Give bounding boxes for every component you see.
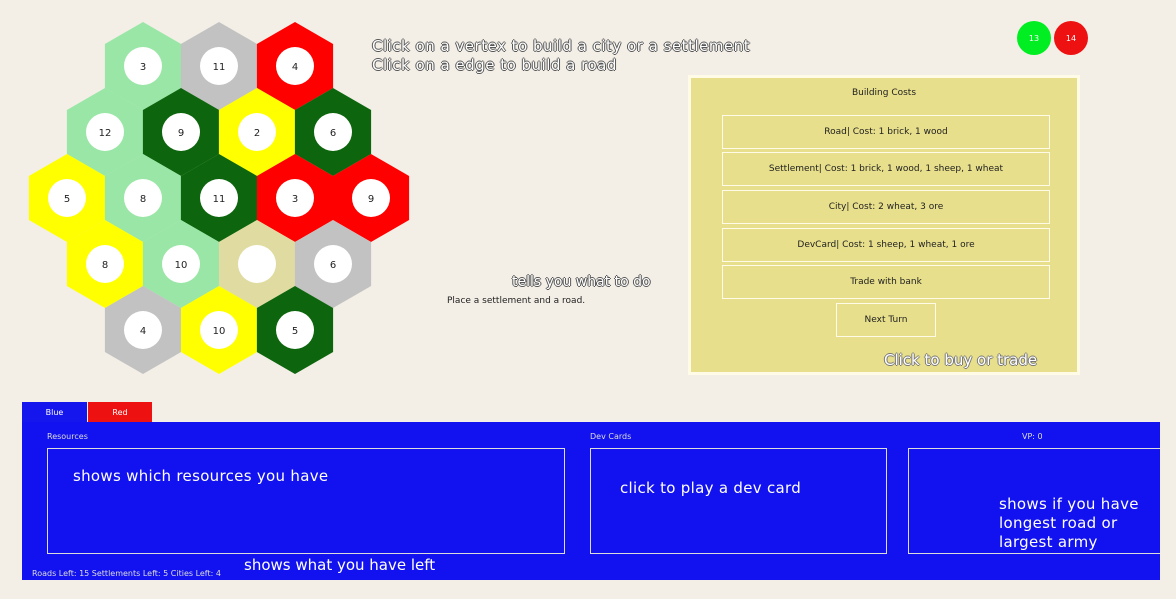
building-costs-panel: Building Costs Road| Cost: 1 brick, 1 wo… <box>688 75 1080 375</box>
building-costs-title: Building Costs <box>851 88 917 98</box>
number-token-label: 9 <box>178 128 184 139</box>
player-green-indicator: 13 <box>1017 21 1051 55</box>
pieces-left-help: shows what you have left <box>244 556 436 574</box>
devcards-label: Dev Cards <box>590 432 632 441</box>
achievements-help: shows if you have longest road or larges… <box>999 495 1139 552</box>
number-token-label: 2 <box>254 128 260 139</box>
number-token <box>238 245 276 283</box>
number-token-label: 10 <box>175 260 188 271</box>
number-token-label: 8 <box>140 194 146 205</box>
number-token-label: 9 <box>368 194 374 205</box>
status-message: Place a settlement and a road. <box>447 296 586 306</box>
pieces-left-counter: Roads Left: 15 Settlements Left: 5 Citie… <box>32 569 221 578</box>
number-token-label: 11 <box>213 194 226 205</box>
achievements-help-line: largest army <box>999 533 1098 551</box>
number-token-label: 6 <box>330 128 336 139</box>
number-token-label: 3 <box>292 194 298 205</box>
number-token-label: 11 <box>213 62 226 73</box>
victory-points-label: VP: 0 <box>1022 432 1043 441</box>
achievements-help-line: shows if you have <box>999 495 1139 513</box>
number-token-label: 4 <box>140 326 146 337</box>
number-token-label: 4 <box>292 62 298 73</box>
number-token-label: 8 <box>102 260 108 271</box>
devcards-help: click to play a dev card <box>620 479 802 497</box>
player-red-indicator: 14 <box>1054 21 1088 55</box>
trade-bank-button[interactable]: Trade with bank <box>722 265 1050 299</box>
instruction-vertex: Click on a vertex to build a city or a s… <box>372 37 751 55</box>
game-board[interactable]: 3 11 4 12 9 2 6 5 8 11 3 9 8 10 6 4 10 5 <box>0 0 420 380</box>
buy-settlement-button[interactable]: Settlement| Cost: 1 brick, 1 wood, 1 she… <box>722 152 1050 186</box>
tab-blue-player[interactable]: Blue <box>22 402 87 422</box>
number-token-label: 6 <box>330 260 336 271</box>
next-turn-button[interactable]: Next Turn <box>836 303 936 337</box>
number-token-label: 5 <box>292 326 298 337</box>
number-token-label: 12 <box>99 128 112 139</box>
buy-help-label: Click to buy or trade <box>884 351 1038 369</box>
buy-city-button[interactable]: City| Cost: 2 wheat, 3 ore <box>722 190 1050 224</box>
number-token-label: 5 <box>64 194 70 205</box>
number-token-label: 10 <box>213 326 226 337</box>
devcards-box[interactable]: click to play a dev card <box>590 448 887 554</box>
tab-red-player[interactable]: Red <box>88 402 152 422</box>
achievements-box: shows if you have longest road or larges… <box>908 448 1160 554</box>
status-help-label: tells you what to do <box>512 274 651 290</box>
instruction-edge: Click on a edge to build a road <box>372 56 617 74</box>
resources-help: shows which resources you have <box>73 467 329 485</box>
resources-box: shows which resources you have <box>47 448 565 554</box>
resources-label: Resources <box>47 432 88 441</box>
buy-road-button[interactable]: Road| Cost: 1 brick, 1 wood <box>722 115 1050 149</box>
achievements-help-line: longest road or <box>999 514 1118 532</box>
number-token-label: 3 <box>140 62 146 73</box>
player-panel: Resources Dev Cards VP: 0 shows which re… <box>22 422 1160 580</box>
buy-devcard-button[interactable]: DevCard| Cost: 1 sheep, 1 wheat, 1 ore <box>722 228 1050 262</box>
